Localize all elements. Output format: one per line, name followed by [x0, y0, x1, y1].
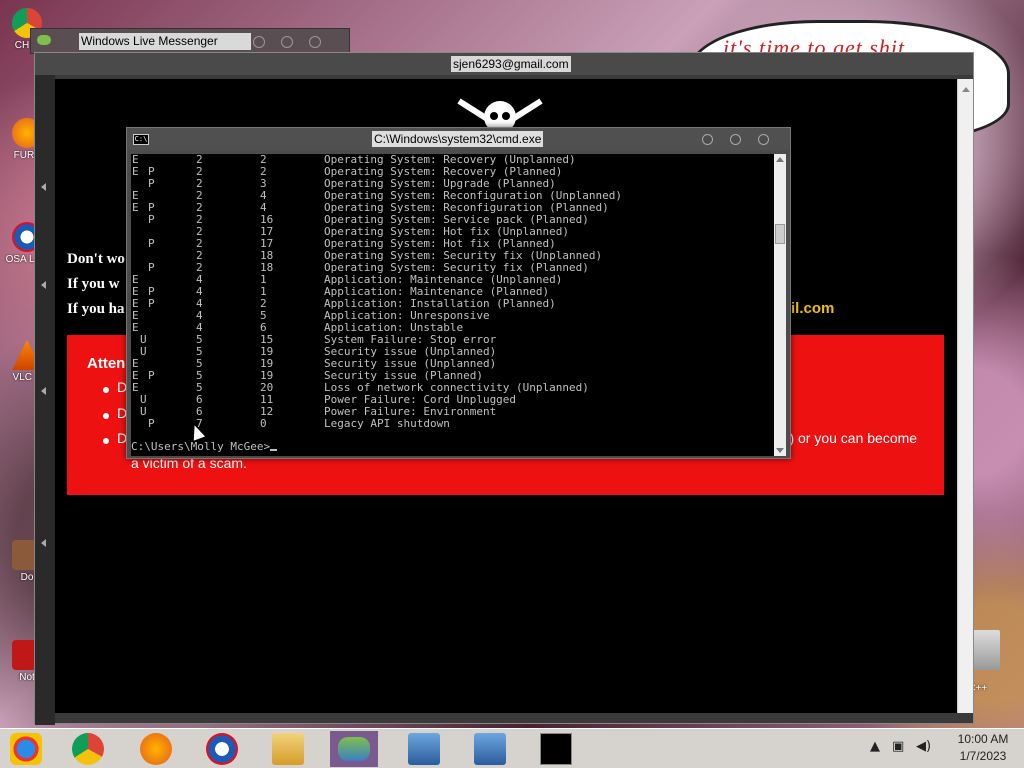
maximize-button[interactable] [281, 36, 293, 48]
cmd-titlebar[interactable]: C:\ C:\Windows\system32\cmd.exe [127, 128, 790, 150]
browser-title: sjen6293@gmail.com [451, 56, 571, 72]
planned-flag: P [148, 213, 155, 226]
scroll-thumb[interactable] [775, 224, 785, 244]
bullet [103, 387, 109, 393]
start-button[interactable] [10, 733, 42, 765]
error-flag: E [132, 165, 139, 178]
messenger-taskbar-icon [338, 737, 370, 761]
cmd-title: C:\Windows\system32\cmd.exe [372, 131, 544, 147]
messenger-title: Windows Live Messenger [79, 33, 251, 50]
attention-heading: Atten [87, 355, 126, 372]
cmd-taskbar-icon[interactable] [540, 733, 572, 765]
prompt-text: C:\Users\Molly McGee> [131, 440, 271, 453]
planned-flag: P [148, 177, 155, 190]
minimize-button[interactable] [253, 36, 265, 48]
planned-flag: P [148, 417, 155, 430]
file-explorer-taskbar-icon[interactable] [272, 733, 304, 765]
planned-flag: P [148, 369, 155, 382]
maximize-button[interactable] [730, 134, 741, 145]
warning-line-3: If you ha [67, 301, 125, 317]
scroll-up-icon[interactable] [962, 87, 970, 92]
bullet [103, 413, 109, 419]
messenger-logo-icon [37, 35, 51, 45]
clock-time: 10:00 AM [957, 732, 1009, 746]
chevron-up-icon[interactable]: ▲ [870, 739, 880, 754]
minimize-button[interactable] [702, 134, 713, 145]
collapse-arrow-icon[interactable] [41, 183, 46, 191]
scroll-up-icon[interactable] [776, 157, 784, 162]
cmd-console[interactable]: E 2 2 Operating System: Recovery (Unplanned… [131, 154, 774, 456]
remote-desktop-2-taskbar-icon[interactable] [474, 733, 506, 765]
unplanned-flag: U [140, 405, 147, 418]
close-button[interactable] [309, 36, 321, 48]
recycle-bin-icon[interactable] [972, 630, 1000, 670]
scroll-down-icon[interactable] [776, 448, 784, 453]
taskbar: ▲ ▣ ◀) 10:00 AM 1/7/2023 [0, 728, 1024, 768]
text-cursor [270, 449, 278, 451]
cmd-prompt[interactable]: C:\Users\Molly McGee> [131, 440, 278, 453]
planned-flag: P [148, 237, 155, 250]
collapse-arrow-icon[interactable] [41, 387, 46, 395]
scam-email-link[interactable]: il.com [791, 300, 834, 317]
close-button[interactable] [758, 134, 769, 145]
error-flag: E [132, 381, 139, 394]
system-tray: ▲ ▣ ◀) [868, 739, 948, 759]
obama-taskbar-icon[interactable] [206, 733, 238, 765]
cmd-window[interactable]: C:\ C:\Windows\system32\cmd.exe E 2 2 Opera… [126, 127, 791, 459]
warning-line-2: If you w [67, 276, 120, 292]
cmd-output-row: U 6 12 Power Failure: Environment [131, 406, 774, 418]
reason-description: Legacy API shutdown [324, 417, 450, 430]
cmd-scrollbar[interactable] [774, 154, 786, 456]
messenger-taskbar-item[interactable] [330, 731, 378, 767]
collapse-arrow-icon[interactable] [41, 281, 46, 289]
warning-tail-text: ur) or you can become [777, 430, 918, 446]
browser-titlebar[interactable]: sjen6293@gmail.com [35, 53, 973, 75]
cmd-icon: C:\ [133, 134, 149, 145]
bullet [103, 438, 109, 444]
error-flag: E [132, 201, 139, 214]
chrome-taskbar-icon[interactable] [72, 733, 104, 765]
remote-desktop-taskbar-icon[interactable] [408, 733, 440, 765]
minor-code: 0 [260, 417, 267, 430]
planned-flag: P [148, 261, 155, 274]
volume-icon[interactable]: ◀) [916, 739, 931, 754]
clock-date: 1/7/2023 [959, 749, 1007, 763]
error-flag: E [132, 321, 139, 334]
network-icon[interactable]: ▣ [892, 739, 904, 754]
unplanned-flag: U [140, 345, 147, 358]
collapse-arrow-icon[interactable] [41, 539, 46, 547]
messenger-window[interactable]: Windows Live Messenger [30, 28, 350, 54]
cmd-output-row: P 7 0 Legacy API shutdown [131, 418, 774, 430]
browser-scrollbar[interactable] [957, 79, 973, 713]
planned-flag: P [148, 297, 155, 310]
firefox-taskbar-icon[interactable] [140, 733, 172, 765]
clock[interactable]: 10:00 AM 1/7/2023 [948, 731, 1018, 765]
browser-side-panel [35, 75, 55, 725]
warning-line-1: Don't wo [67, 251, 125, 267]
